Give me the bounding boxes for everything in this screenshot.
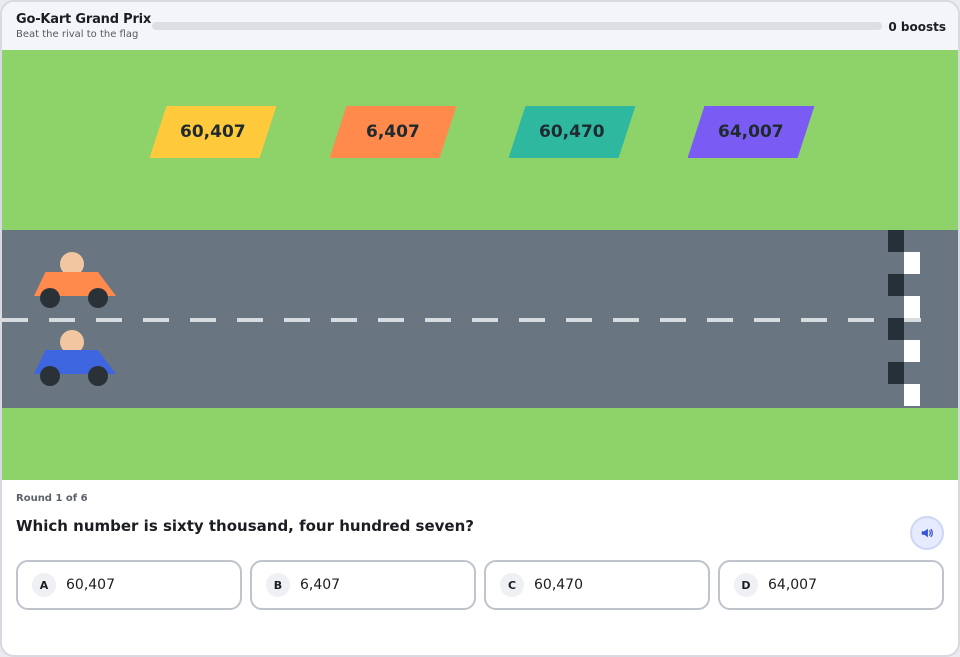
answer-value: 60,407 xyxy=(66,577,115,593)
answer-value: 64,007 xyxy=(768,577,817,593)
answer-value: 6,407 xyxy=(300,577,341,593)
game-window: Go-Kart Grand Prix Beat the rival to the… xyxy=(0,0,960,657)
lane-divider xyxy=(2,318,942,322)
choice-sign-value: 60,407 xyxy=(180,122,246,142)
choice-sign-d[interactable]: 64,007 xyxy=(687,106,815,158)
finish-line-flag xyxy=(888,230,920,408)
answer-value: 60,470 xyxy=(534,577,583,593)
boosts-counter: 0 boosts xyxy=(888,20,946,34)
answer-option-a[interactable]: A 60,407 xyxy=(16,560,242,610)
answer-option-c[interactable]: C 60,470 xyxy=(484,560,710,610)
answer-options: A 60,407 B 6,407 C 60,470 D 64,007 xyxy=(16,560,944,610)
kart-wheel xyxy=(88,288,108,308)
kart-wheel xyxy=(88,366,108,386)
choice-sign-value: 60,470 xyxy=(539,122,605,142)
race-scene: 60,407 6,407 60,470 64,007 xyxy=(2,50,958,480)
game-subtitle: Beat the rival to the flag xyxy=(16,29,139,40)
question-text: Which number is sixty thousand, four hun… xyxy=(16,517,474,535)
answer-letter: B xyxy=(266,573,290,597)
race-track xyxy=(2,230,958,408)
choice-sign-value: 6,407 xyxy=(366,122,420,142)
kart-wheel xyxy=(40,288,60,308)
header-bar: Go-Kart Grand Prix Beat the rival to the… xyxy=(2,2,958,50)
speaker-icon xyxy=(921,528,933,538)
race-progress-bar xyxy=(152,22,882,30)
rival-kart xyxy=(34,252,118,314)
answer-letter: C xyxy=(500,573,524,597)
read-aloud-button[interactable] xyxy=(910,516,944,550)
kart-wheel xyxy=(40,366,60,386)
game-title: Go-Kart Grand Prix xyxy=(16,12,152,27)
answer-letter: A xyxy=(32,573,56,597)
answer-option-b[interactable]: B 6,407 xyxy=(250,560,476,610)
round-label: Round 1 of 6 xyxy=(16,493,88,504)
choice-sign-a[interactable]: 60,407 xyxy=(149,106,277,158)
player-kart xyxy=(34,330,118,392)
answer-letter: D xyxy=(734,573,758,597)
answer-option-d[interactable]: D 64,007 xyxy=(718,560,944,610)
choice-sign-b[interactable]: 6,407 xyxy=(329,106,457,158)
choice-sign-c[interactable]: 60,470 xyxy=(508,106,636,158)
choice-sign-value: 64,007 xyxy=(718,122,784,142)
